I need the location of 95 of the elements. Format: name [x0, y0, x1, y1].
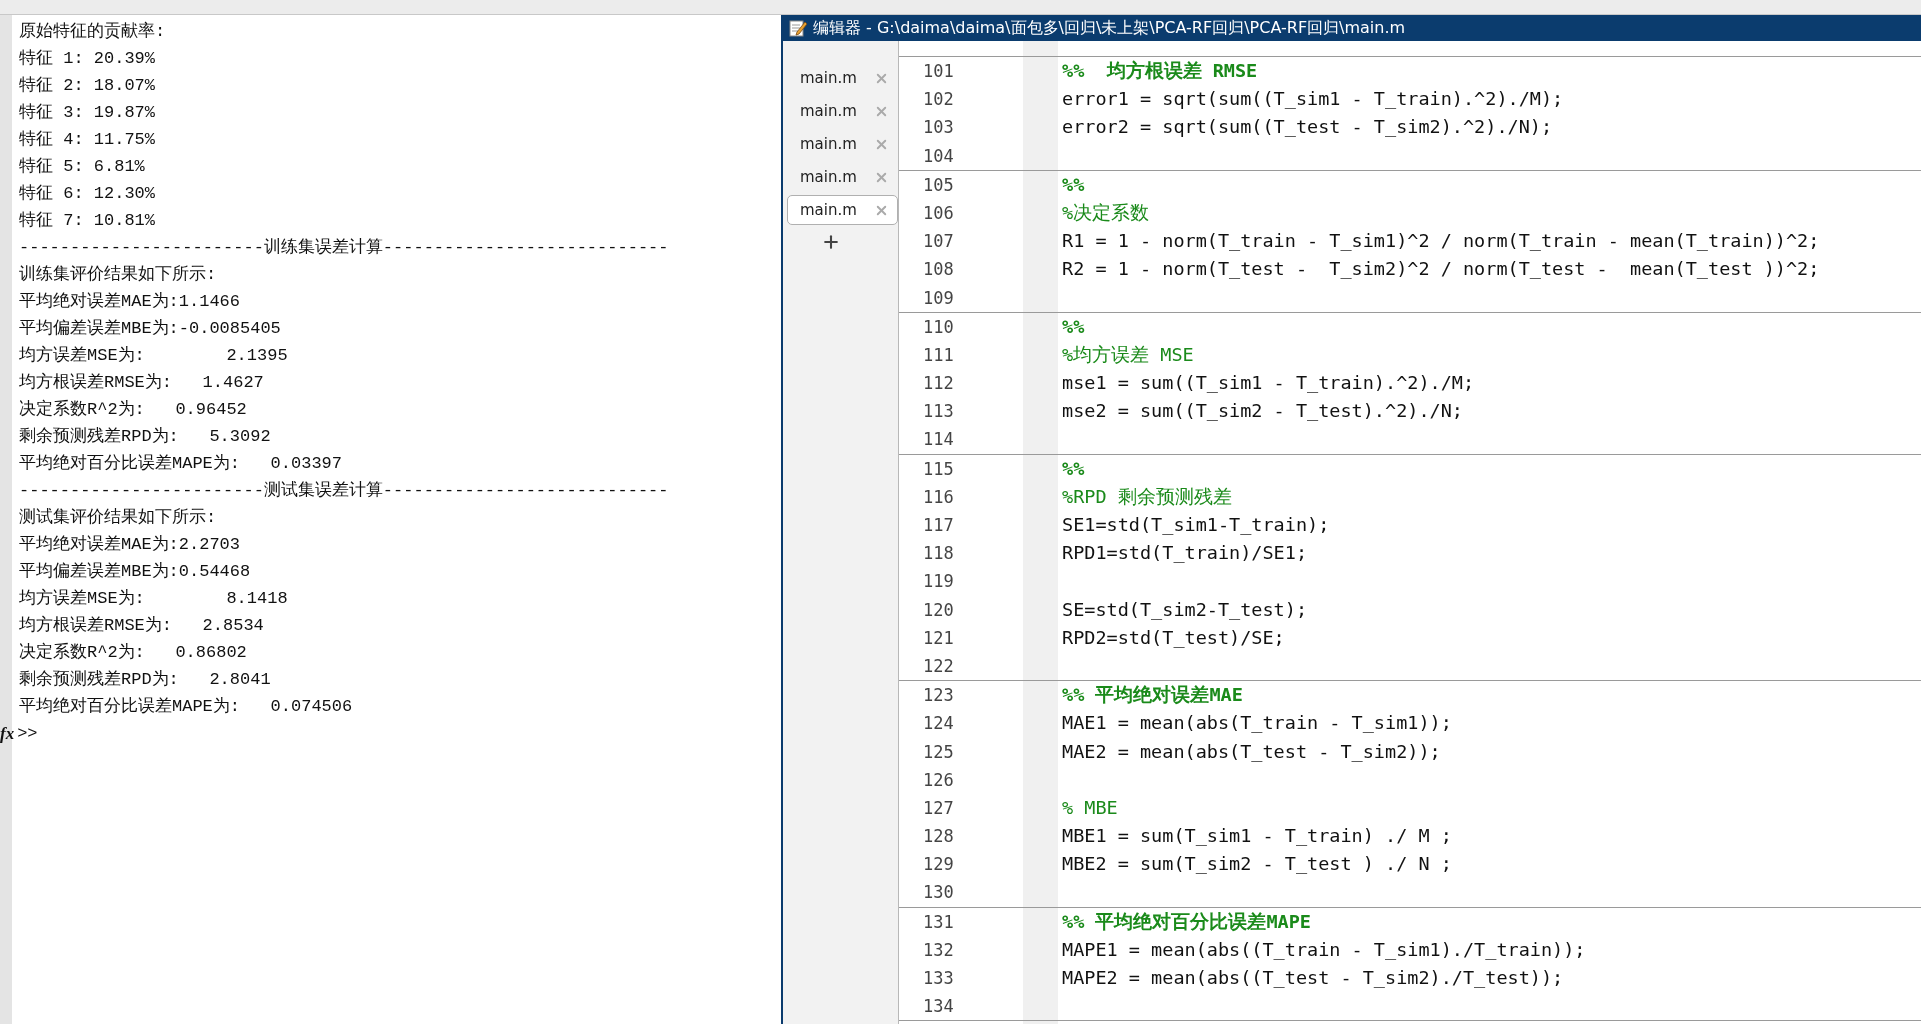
console-output-line: 均方根误差RMSE为: 2.8534 [19, 615, 265, 637]
comment-line: %% [1061, 172, 1086, 197]
fx-label: fx [0, 723, 15, 744]
code-line: SE1=std(T_sim1-T_train); [1061, 513, 1331, 537]
console-output-line: ------------------------测试集误差计算---------------------------- [19, 480, 670, 502]
console-output-line: 特征 3: 19.87% [19, 102, 157, 124]
line-number: 120 [922, 598, 955, 622]
line-number: 114 [922, 428, 955, 452]
console-output-line: 特征 7: 10.81% [19, 210, 157, 232]
window-title: 编辑器 - G:\daima\daima\面包多\回归\未上架\PCA-RF回归\PCA-RF回归\main.m [813, 17, 1406, 39]
code-line: MBE2 = sum(T_sim2 - T_test ) ./ N ; [1061, 852, 1453, 877]
console-output-line: 决定系数R^2为: 0.86802 [19, 641, 248, 664]
line-number: 129 [922, 853, 955, 877]
console-output-line: 特征 4: 11.75% [19, 129, 157, 151]
comment-line: %% 平均绝对百分比误差MAPE [1061, 909, 1312, 934]
document-tab[interactable]: main.m [787, 162, 898, 192]
document-tab[interactable]: main.m [787, 63, 898, 93]
console-output-line: 均方根误差RMSE为: 1.4627 [19, 372, 265, 394]
console-output-line: 平均绝对误差MAE为:1.1466 [19, 291, 242, 313]
line-number: 127 [922, 796, 955, 820]
line-number: 130 [922, 881, 955, 905]
line-number: 121 [922, 626, 955, 650]
console-output-line: 平均绝对百分比误差MAPE为: 0.03397 [19, 453, 344, 475]
code-line: MBE1 = sum(T_sim1 - T_train) ./ M ; [1061, 824, 1453, 849]
comment-line: %决定系数 [1061, 200, 1151, 225]
comment-line: %均方误差 MSE [1061, 342, 1195, 367]
code-line: RPD1=std(T_train)/SE1; [1061, 541, 1309, 566]
line-number: 110 [922, 315, 955, 339]
code-line: MAPE1 = mean(abs((T_train - T_sim1)./T_train)); [1061, 937, 1587, 962]
line-number: 133 [922, 967, 955, 990]
console-output-line: ------------------------训练集误差计算---------------------------- [19, 237, 670, 259]
code-line: mse2 = sum((T_sim2 - T_test).^2)./N; [1061, 399, 1464, 424]
console-output-line: 特征 1: 20.39% [19, 48, 157, 70]
comment-line: % MBE [1061, 795, 1119, 820]
console-output-line: 特征 6: 12.30% [19, 183, 157, 205]
line-number: 128 [922, 825, 955, 849]
line-number: 123 [922, 684, 955, 708]
code-line: MAPE2 = mean(abs((T_test - T_sim2)./T_test)); [1061, 966, 1565, 990]
document-tab[interactable]: main.m [787, 96, 898, 126]
comment-line: %% [1061, 314, 1086, 339]
line-number: 126 [922, 768, 955, 792]
console-output-line: 测试集评价结果如下所示: [19, 507, 218, 529]
code-line: error1 = sqrt(sum((T_sim1 - T_train).^2)./M); [1061, 87, 1565, 112]
line-number: 103 [922, 116, 955, 140]
line-number: 102 [922, 88, 955, 112]
console-output-line: 训练集评价结果如下所示: [19, 264, 218, 286]
code-line: error2 = sqrt(sum((T_test - T_sim2).^2)./N); [1061, 115, 1554, 140]
line-number: 117 [922, 514, 955, 537]
console-output-line: 平均绝对误差MAE为:2.2703 [19, 534, 242, 556]
console-output-line: 平均绝对百分比误差MAPE为: 0.074506 [19, 696, 354, 718]
code-line: SE=std(T_sim2-T_test); [1061, 597, 1309, 622]
line-number: 108 [922, 258, 955, 282]
comment-line: %RPD 剩余预测残差 [1061, 484, 1233, 509]
console-output-line: 剩余预测残差RPD为: 2.8041 [19, 669, 272, 691]
command-prompt[interactable]: >> [17, 724, 38, 743]
line-number: 125 [922, 740, 955, 764]
line-number: 112 [922, 372, 955, 396]
line-number: 115 [922, 457, 955, 481]
line-number: 124 [922, 712, 955, 736]
line-number: 131 [922, 910, 955, 934]
console-output-line: 均方误差MSE为: 8.1418 [19, 588, 289, 610]
line-number: 134 [922, 995, 955, 1019]
code-line: R1 = 1 - norm(T_train - T_sim1)^2 / norm(T_train - mean(T_train))^2; [1061, 229, 1821, 254]
code-line: MAE1 = mean(abs(T_train - T_sim1)); [1061, 711, 1453, 736]
line-number: 109 [922, 286, 955, 310]
line-number: 113 [922, 400, 955, 424]
line-number: 107 [922, 230, 955, 254]
code-line: MAE2 = mean(abs(T_test - T_sim2)); [1061, 739, 1442, 764]
line-number: 119 [922, 570, 955, 594]
line-number: 122 [922, 654, 955, 678]
line-number: 105 [922, 173, 955, 197]
line-number: 101 [922, 60, 955, 83]
document-tab[interactable]: main.m [787, 129, 898, 159]
line-number: 106 [922, 201, 955, 225]
comment-line: %% [1061, 456, 1086, 481]
console-output-line: 均方误差MSE为: 2.1395 [19, 345, 289, 367]
console-output-line: 特征 2: 18.07% [19, 75, 157, 97]
console-output-line: 剩余预测残差RPD为: 5.3092 [19, 426, 272, 448]
line-number: 132 [922, 938, 955, 962]
console-output-line: 平均偏差误差MBE为:0.54468 [19, 561, 252, 583]
line-number: 111 [922, 343, 955, 367]
code-line: RPD2=std(T_test)/SE; [1061, 625, 1286, 650]
line-number: 116 [922, 485, 955, 509]
comment-line: %% 均方根误差 RMSE [1061, 59, 1259, 83]
console-output-line: 原始特征的贡献率: [19, 20, 167, 43]
console-output-line: 特征 5: 6.81% [19, 156, 146, 178]
document-tab[interactable]: main.m [787, 195, 898, 225]
code-line: R2 = 1 - norm(T_test - T_sim2)^2 / norm(T_test - mean(T_test ))^2; [1061, 257, 1821, 282]
notepad-icon [789, 19, 807, 37]
console-output-line: 决定系数R^2为: 0.96452 [19, 398, 248, 421]
line-number: 118 [922, 542, 955, 566]
code-line: mse1 = sum((T_sim1 - T_train).^2)./M; [1061, 371, 1476, 396]
line-number: 104 [922, 144, 955, 168]
comment-line: %% 平均绝对误差MAE [1061, 683, 1244, 708]
console-output-line: 平均偏差误差MBE为:-0.0085405 [19, 318, 282, 340]
